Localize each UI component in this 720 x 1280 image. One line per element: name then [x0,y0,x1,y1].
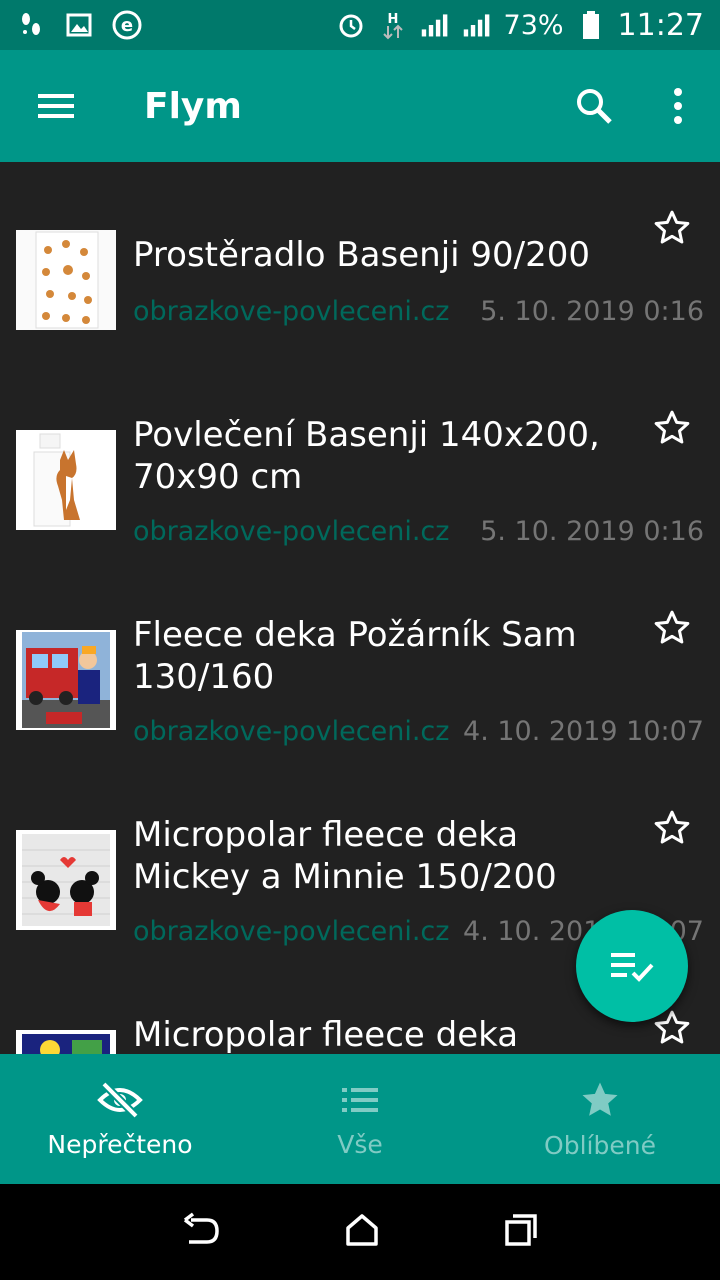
article-thumbnail [16,830,116,930]
basenji-dog-image [16,430,116,530]
svg-text:e: e [121,15,133,36]
back-button[interactable] [181,1212,221,1252]
image-icon [66,13,92,37]
clock: 11:27 [617,7,704,43]
article-date: 4. 10. 2019 10:07 [463,716,704,747]
article-thumbnail [16,230,116,330]
article-item[interactable]: Prostěradlo Basenji 90/200 obrazkove-pov… [0,202,720,402]
star-outline-icon [654,410,690,444]
article-source: obrazkove-povleceni.cz [133,916,450,947]
alarm-icon [339,14,363,38]
more-vert-icon [674,88,682,124]
hspa-icon: H [382,12,403,40]
nav-all-label: Vše [337,1129,383,1159]
article-source: obrazkove-povleceni.cz [133,516,450,547]
favorite-button[interactable] [648,604,696,652]
bottom-navigation: Nepřečteno Vše Oblíbené [0,1054,720,1184]
mickey-minnie-image [16,830,116,930]
article-title: Prostěradlo Basenji 90/200 [133,235,591,275]
overflow-menu-button[interactable] [636,50,720,162]
favorite-button[interactable] [648,804,696,852]
nav-unread-label: Nepřečteno [47,1129,193,1159]
status-bar: e H 73% 11:27 [0,0,720,50]
star-outline-icon [654,210,690,244]
battery-percent: 73% [503,9,564,41]
menu-icon [38,94,74,118]
svg-text:H: H [387,12,398,27]
article-source: obrazkove-povleceni.cz [133,716,450,747]
eye-off-icon [97,1080,143,1119]
home-icon [346,1214,378,1246]
mark-all-read-icon [611,953,654,982]
article-date: 5. 10. 2019 0:16 [480,516,704,547]
footsteps-icon [22,13,40,35]
e-icon: e [112,10,142,40]
article-item[interactable]: Fleece deka Požárník Sam 130/160 obrazko… [0,602,720,802]
article-title: Fleece deka Požárník Sam 130/160 [133,615,577,697]
home-button[interactable] [344,1212,380,1252]
favorite-button[interactable] [648,204,696,252]
basenji-pattern-image [16,230,116,330]
recents-icon [504,1214,537,1246]
search-icon [577,89,612,124]
search-button[interactable] [552,50,636,162]
battery-icon [582,11,599,39]
mark-all-read-button[interactable] [576,910,688,1022]
partial-thumbnail-image [16,1030,116,1054]
article-source: obrazkove-povleceni.cz [133,296,450,327]
app-title: Flym [144,85,242,127]
article-thumbnail [16,1030,116,1054]
article-thumbnail [16,630,116,730]
recents-button[interactable] [503,1212,539,1252]
back-icon [184,1212,220,1244]
star-outline-icon [654,610,690,644]
nav-all[interactable]: Vše [240,1054,480,1184]
article-title: Micropolar fleece deka Mickey a Minnie 1… [133,815,557,897]
article-title: Micropolar fleece deka [133,1015,519,1054]
system-navigation-bar [0,1184,720,1280]
signal-2-icon [463,14,489,37]
list-icon [342,1087,378,1112]
menu-button[interactable] [0,50,112,162]
fireman-sam-image [16,630,116,730]
article-item[interactable]: Povlečení Basenji 140x200, 70x90 cm obra… [0,402,720,602]
signal-icon [421,14,447,37]
app-toolbar: Flym [0,50,720,162]
star-icon [582,1082,618,1116]
article-thumbnail [16,430,116,530]
nav-favorites-label: Oblíbené [544,1130,656,1160]
article-date: 5. 10. 2019 0:16 [480,296,704,327]
nav-favorites[interactable]: Oblíbené [480,1054,720,1184]
nav-unread[interactable]: Nepřečteno [0,1054,240,1184]
star-outline-icon [654,810,690,844]
article-title: Povlečení Basenji 140x200, 70x90 cm [133,415,600,497]
favorite-button[interactable] [648,404,696,452]
